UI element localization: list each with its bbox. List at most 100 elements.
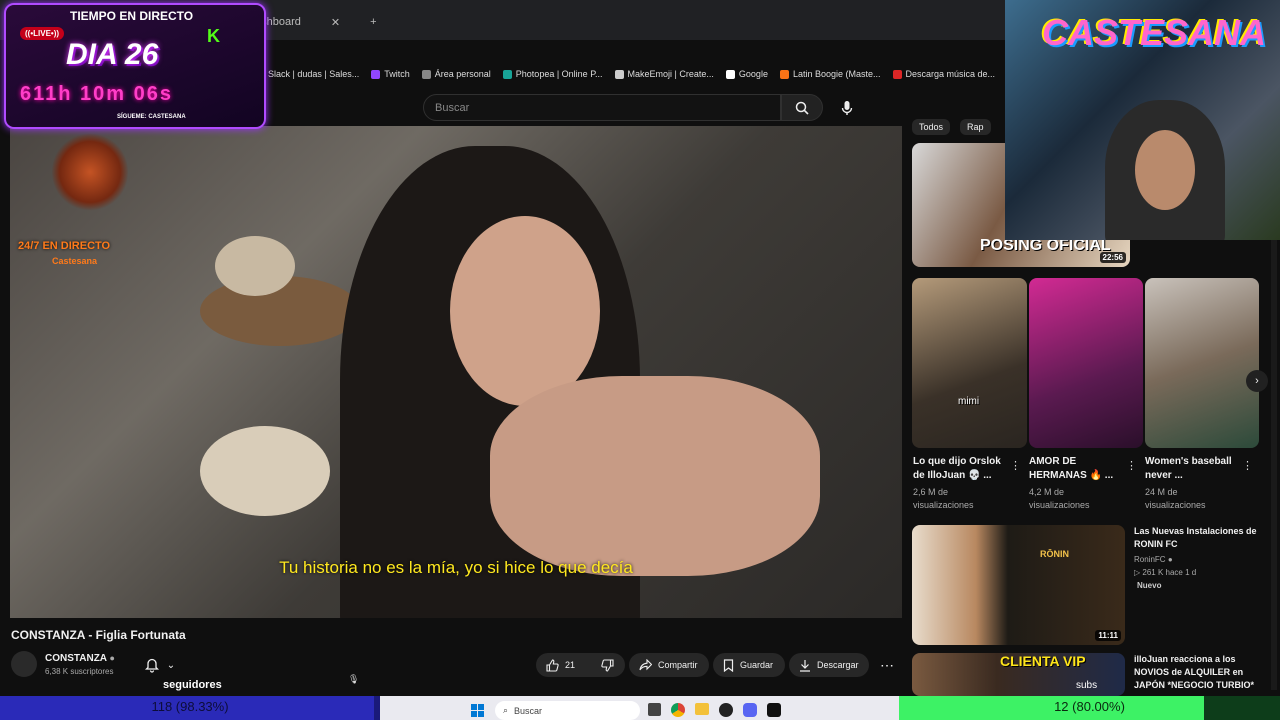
bookmark-label: Área personal <box>434 69 491 79</box>
save-button[interactable]: Guardar <box>713 653 785 677</box>
chip-todos[interactable]: Todos <box>912 119 951 135</box>
thumbnail-subtext: subs <box>1076 680 1098 691</box>
bookmark-item[interactable]: Photopea | Online P... <box>502 69 603 79</box>
new-tab-icon[interactable]: + <box>370 16 376 28</box>
channel-avatar[interactable] <box>11 651 37 677</box>
bookmark-label: Twitch <box>384 69 410 79</box>
day-counter: DIA 26 <box>66 38 159 71</box>
shorts-next-button[interactable]: › <box>1246 370 1268 392</box>
short-thumbnail-1[interactable]: mimi <box>912 278 1027 448</box>
save-label: Guardar <box>740 660 774 670</box>
short-title-1[interactable]: Lo que dijo Orslok de IlloJuan 💀 ... <box>913 455 1001 483</box>
bookmark-item[interactable]: Área personal <box>421 69 491 79</box>
more-actions-icon[interactable]: ⋯ <box>876 655 898 675</box>
stream-timer: 611h 10m 06s <box>20 83 173 105</box>
video-duration: 22:56 <box>1099 252 1126 263</box>
kick-logo-icon: K <box>207 26 220 46</box>
streamer-name-tag: Castesana <box>52 256 98 266</box>
video-title-japan[interactable]: illoJuan reacciona a los NOVIOS de ALQUIL… <box>1134 653 1254 692</box>
chip-rap[interactable]: Rap <box>960 119 991 135</box>
notification-bell-button[interactable]: ⌄ <box>133 654 187 676</box>
bookmark-favicon-icon <box>371 69 381 79</box>
discord-icon[interactable] <box>743 703 757 717</box>
video-channel-ronin[interactable]: RoninFC ● <box>1134 553 1173 566</box>
thumbs-up-icon <box>546 658 559 672</box>
app-icon[interactable] <box>719 703 733 717</box>
bookmark-label: MakeEmoji | Create... <box>627 69 714 79</box>
chevron-down-icon: ⌄ <box>166 659 176 671</box>
bookmark-label: Slack | dudas | Sales... <box>268 69 360 79</box>
like-button[interactable]: 21 <box>536 653 591 677</box>
voice-search-button[interactable] <box>834 95 860 121</box>
windows-start-icon[interactable] <box>471 704 484 717</box>
taskbar-search[interactable]: ⌕ Buscar <box>495 701 640 720</box>
video-duration: 11:11 <box>1095 630 1121 641</box>
castesana-logo-icon <box>52 132 128 212</box>
capcut-icon[interactable] <box>767 703 781 717</box>
video-thumbnail-ronin[interactable]: RŌNIN 11:11 <box>912 525 1125 645</box>
video-thumbnail-japan[interactable]: CLIENTA VIP subs <box>912 653 1125 696</box>
always-live-tag: 24/7 EN DIRECTO <box>18 240 111 252</box>
bookmark-item[interactable]: Twitch <box>371 69 410 79</box>
short-title-3[interactable]: Women's baseball never ... <box>1145 455 1232 483</box>
video-meta-ronin: ▷ 261 K hace 1 d <box>1134 568 1197 577</box>
verified-icon: ● <box>109 653 115 663</box>
short-thumbnail-3[interactable] <box>1145 278 1259 448</box>
task-view-icon[interactable] <box>648 703 661 716</box>
bell-icon <box>144 658 159 673</box>
short-menu-icon-3[interactable]: ⋮ <box>1242 459 1253 472</box>
new-badge: Nuevo <box>1137 581 1162 590</box>
short-views-3: 24 M de visualizaciones <box>1145 487 1206 510</box>
bookmark-item[interactable]: Descarga música de... <box>892 69 995 79</box>
download-icon <box>800 659 810 672</box>
bookmark-item[interactable]: MakeEmoji | Create... <box>614 69 714 79</box>
share-label: Compartir <box>658 660 698 670</box>
short-title-2[interactable]: AMOR DE HERMANAS 🔥 ... <box>1029 455 1113 483</box>
file-explorer-icon[interactable] <box>695 703 709 715</box>
hands <box>490 376 820 576</box>
thumbnail-logo-text: RŌNIN <box>1040 549 1069 559</box>
castesana-brand-logo: CASTESANA <box>1042 12 1267 53</box>
bookmark-favicon-icon <box>892 69 902 79</box>
search-button[interactable] <box>781 94 823 121</box>
short-menu-icon-2[interactable]: ⋮ <box>1126 459 1137 472</box>
bookmark-item[interactable]: Slack | dudas | Sales... <box>255 69 359 79</box>
microphone-icon <box>841 101 853 115</box>
chrome-icon[interactable] <box>671 703 685 717</box>
bookmark-item[interactable]: Latin Boogie (Maste... <box>779 69 881 79</box>
followers-label: seguidores <box>163 679 222 691</box>
dislike-button[interactable] <box>591 653 625 677</box>
search-input[interactable]: Buscar <box>423 94 781 121</box>
video-title-ronin[interactable]: Las Nuevas Instalaciones de RONIN FC <box>1134 525 1257 551</box>
video-title: CONSTANZA - Figlia Fortunata <box>11 628 186 642</box>
search-icon: ⌕ <box>503 705 509 715</box>
subscriber-count: 6,38 K suscriptores <box>45 667 114 676</box>
bookmark-icon <box>723 658 734 672</box>
search-placeholder: Buscar <box>435 101 470 114</box>
live-badge: ((•LIVE•)) <box>20 27 65 40</box>
bookmark-item[interactable]: Google <box>725 69 768 79</box>
browser-tab[interactable]: ashboard ✕ + <box>255 8 377 36</box>
short-views-1: 2,6 M de visualizaciones <box>913 487 974 510</box>
share-button[interactable]: Compartir <box>629 653 709 677</box>
hat-decoration <box>215 236 295 296</box>
bookmark-favicon-icon <box>725 69 735 79</box>
bookmark-favicon-icon <box>779 69 789 79</box>
short-menu-icon-1[interactable]: ⋮ <box>1010 459 1021 472</box>
video-player[interactable] <box>10 126 902 618</box>
short-views-2: 4,2 M de visualizaciones <box>1029 487 1090 510</box>
bookmarks-bar: Slack | dudas | Sales... Twitch Área perso… <box>255 62 1035 86</box>
hat-decoration <box>200 426 330 516</box>
tab-close-icon[interactable]: ✕ <box>331 16 340 29</box>
short-thumbnail-2[interactable] <box>1029 278 1143 448</box>
bookmark-label: Latin Boogie (Maste... <box>792 69 881 79</box>
thumbs-down-icon <box>601 658 614 672</box>
face <box>450 216 600 406</box>
download-button[interactable]: Descargar <box>789 653 869 677</box>
like-count: 21 <box>565 660 576 670</box>
bookmark-label: Google <box>738 69 768 79</box>
taskbar-apps <box>648 703 781 717</box>
verified-icon: ● <box>1167 555 1173 564</box>
bookmark-favicon-icon <box>502 69 512 79</box>
channel-name[interactable]: CONSTANZA ● <box>45 653 115 664</box>
